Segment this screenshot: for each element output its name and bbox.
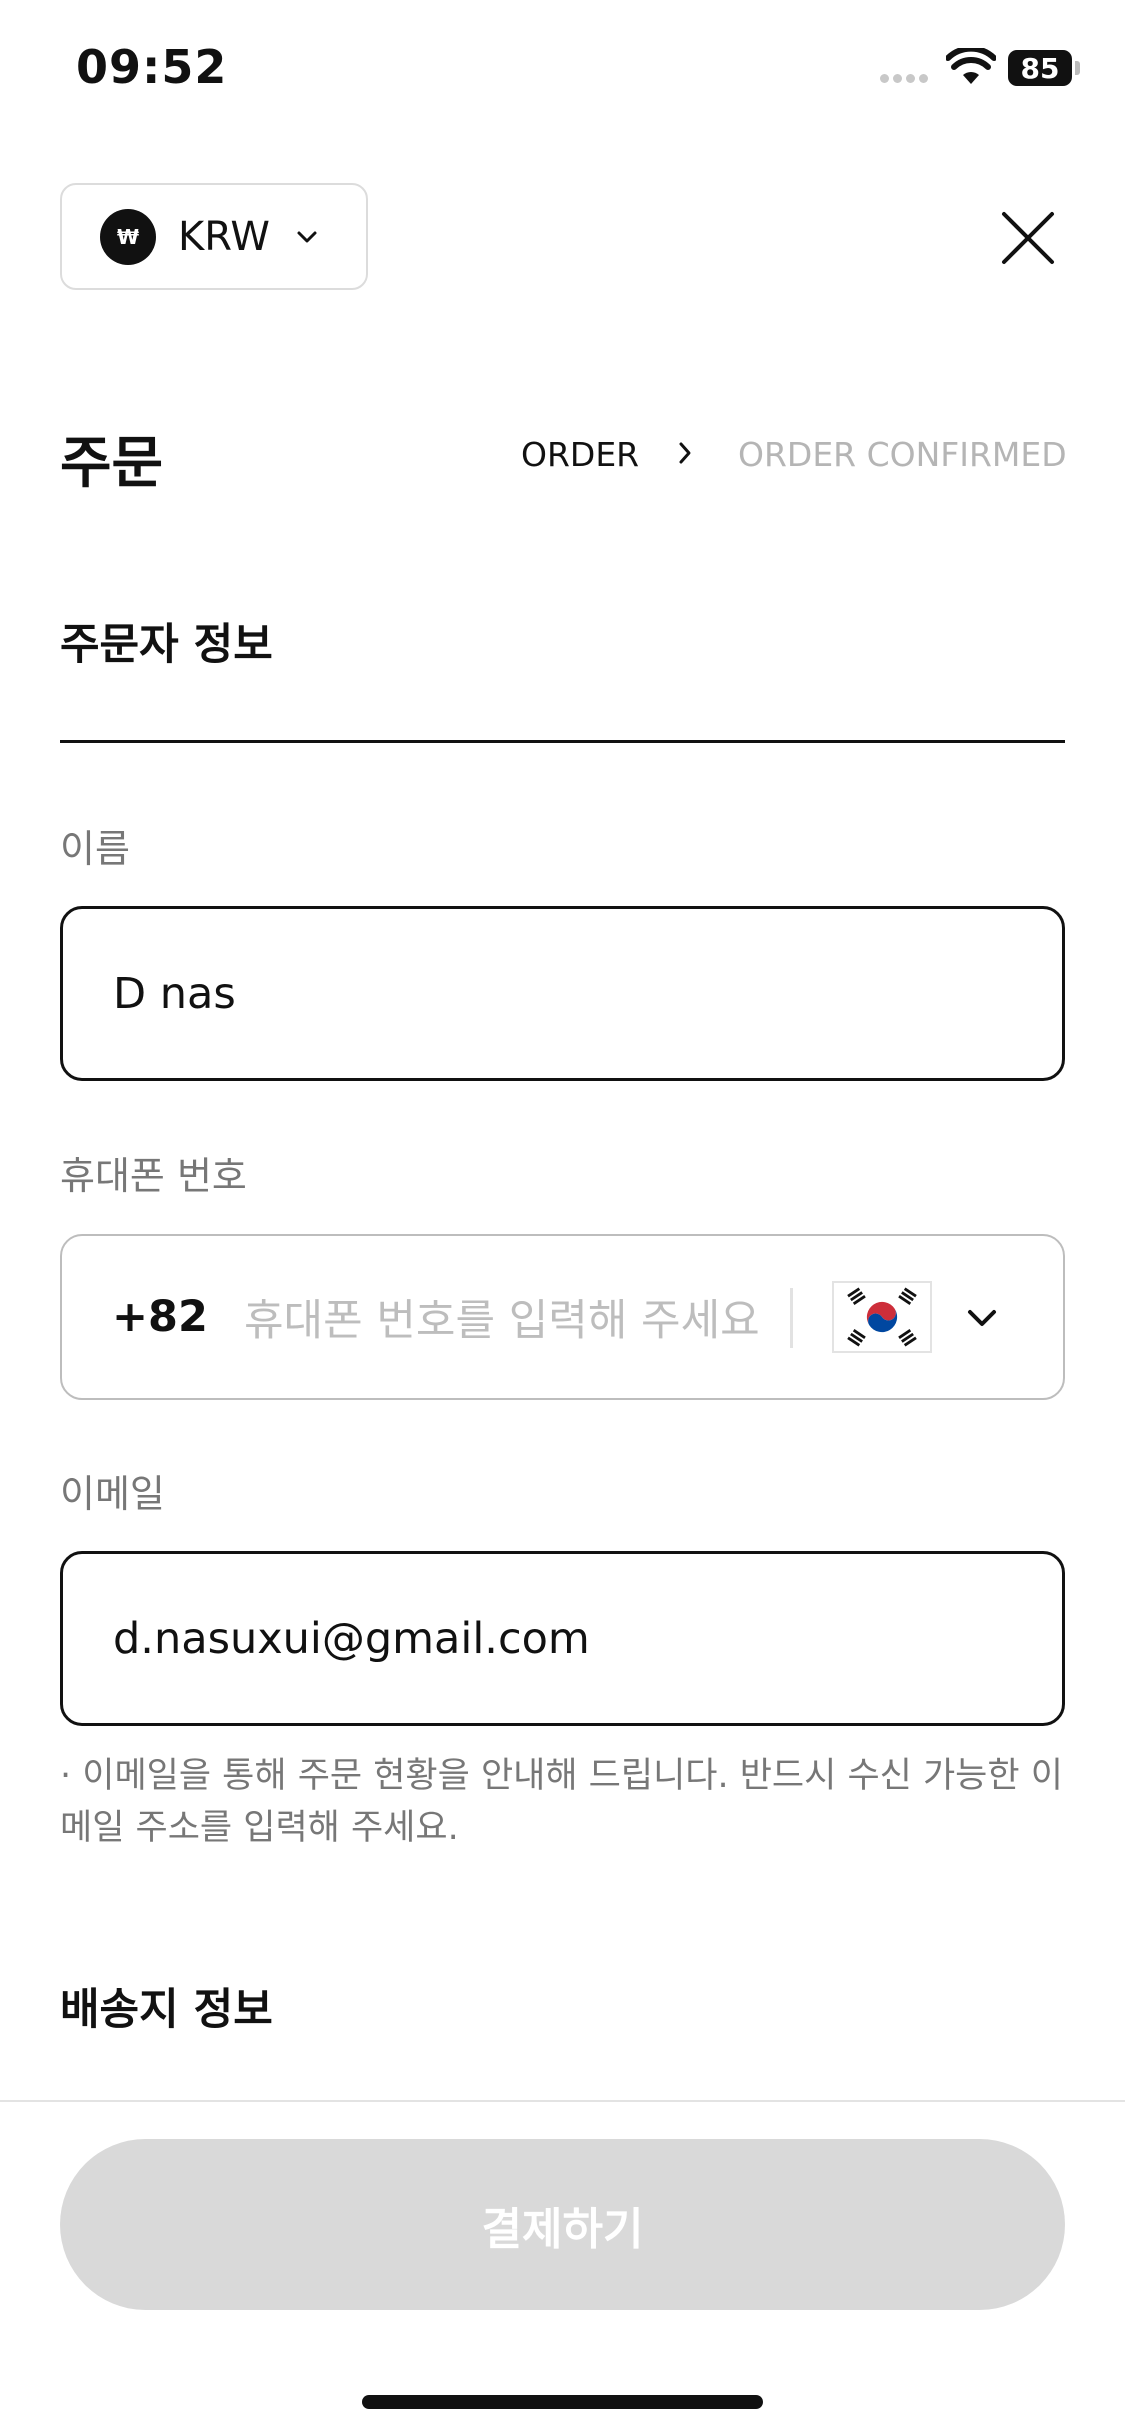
currency-selector[interactable]: ₩ KRW bbox=[60, 183, 368, 290]
email-value: d.nasuxui@gmail.com bbox=[113, 1613, 590, 1664]
section-divider bbox=[60, 740, 1065, 743]
name-value: D nas bbox=[113, 968, 236, 1019]
page-title: 주문 bbox=[60, 431, 164, 496]
won-icon: ₩ bbox=[100, 208, 156, 265]
pay-button[interactable]: 결제하기 bbox=[60, 2139, 1065, 2310]
chevron-down-icon[interactable] bbox=[967, 1309, 997, 1327]
step-order: ORDER bbox=[521, 435, 640, 474]
close-icon[interactable] bbox=[1000, 210, 1056, 266]
cellular-signal-icon bbox=[880, 74, 928, 83]
phone-field-divider bbox=[790, 1288, 793, 1348]
order-page: 09:52 85 ₩ KRW 주문 ORDER ORDER CONFIRMED … bbox=[0, 0, 1125, 2436]
phone-label: 휴대폰 번호 bbox=[60, 1154, 247, 1198]
status-time: 09:52 bbox=[76, 40, 228, 94]
phone-field[interactable]: +82 휴대폰 번호를 입력해 주세요 bbox=[60, 1234, 1065, 1400]
step-order-confirmed: ORDER CONFIRMED bbox=[738, 435, 1067, 474]
footer-divider bbox=[0, 2100, 1125, 2102]
battery-level: 85 bbox=[1020, 51, 1060, 85]
battery-cap bbox=[1075, 61, 1080, 75]
shipping-section-title: 배송지 정보 bbox=[60, 1985, 273, 2035]
name-field[interactable]: D nas bbox=[60, 906, 1065, 1081]
orderer-section-title: 주문자 정보 bbox=[60, 620, 273, 670]
currency-code: KRW bbox=[178, 213, 270, 260]
name-label: 이름 bbox=[60, 827, 130, 871]
south-korea-flag-icon[interactable] bbox=[832, 1281, 932, 1353]
currency-symbol: ₩ bbox=[116, 224, 140, 249]
chevron-right-icon bbox=[679, 442, 691, 464]
home-indicator bbox=[362, 2395, 763, 2409]
phone-input[interactable]: 휴대폰 번호를 입력해 주세요 bbox=[244, 1286, 804, 1348]
wifi-icon bbox=[946, 48, 996, 84]
chevron-down-icon bbox=[297, 231, 317, 242]
battery-icon: 85 bbox=[1008, 50, 1072, 86]
email-label: 이메일 bbox=[60, 1472, 165, 1516]
country-code: +82 bbox=[112, 1292, 208, 1342]
email-field[interactable]: d.nasuxui@gmail.com bbox=[60, 1551, 1065, 1726]
email-hint: · 이메일을 통해 주문 현황을 안내해 드립니다. 반드시 수신 가능한 이메… bbox=[60, 1756, 1063, 1848]
